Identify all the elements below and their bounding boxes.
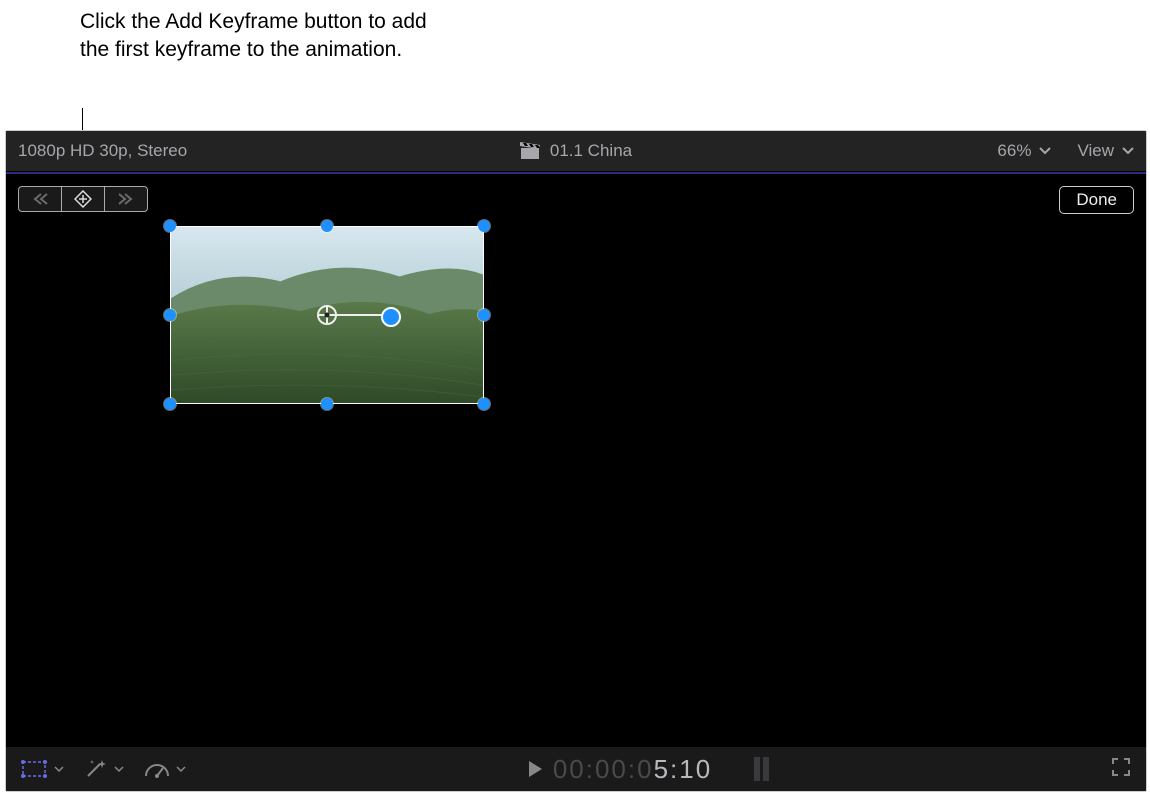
resize-handle-top-center[interactable] bbox=[321, 220, 333, 232]
keyframe-nav-group bbox=[18, 186, 148, 212]
chevron-down-icon bbox=[1039, 147, 1051, 155]
view-dropdown[interactable]: View bbox=[1077, 141, 1134, 161]
resize-handle-top-right[interactable] bbox=[478, 220, 490, 232]
timecode-bright: 5:10 bbox=[654, 754, 713, 784]
viewer-toolbar: 00:00:05:10 bbox=[6, 746, 1146, 791]
chevron-down-icon bbox=[54, 766, 64, 773]
zoom-dropdown[interactable]: 66% bbox=[997, 141, 1051, 161]
audio-meter bbox=[754, 757, 769, 781]
resize-handle-bottom-left[interactable] bbox=[164, 398, 176, 410]
resize-handle-bottom-center[interactable] bbox=[321, 398, 333, 410]
chevron-down-icon bbox=[114, 766, 124, 773]
viewer-title-bar: 1080p HD 30p, Stereo 01.1 China 66% View bbox=[6, 131, 1146, 172]
next-keyframe-button[interactable] bbox=[105, 187, 147, 211]
play-button[interactable] bbox=[527, 759, 543, 779]
viewer-canvas[interactable]: Done bbox=[6, 174, 1146, 746]
resize-handle-middle-right[interactable] bbox=[478, 309, 490, 321]
chevron-down-icon bbox=[176, 766, 186, 773]
add-keyframe-button[interactable] bbox=[62, 187, 105, 211]
rotation-handle[interactable] bbox=[381, 307, 401, 327]
done-button[interactable]: Done bbox=[1059, 186, 1134, 214]
resize-handle-top-left[interactable] bbox=[164, 220, 176, 232]
chevron-down-icon bbox=[1122, 147, 1134, 155]
fullscreen-button[interactable] bbox=[1110, 765, 1132, 782]
resize-handle-bottom-right[interactable] bbox=[478, 398, 490, 410]
viewer-panel: 1080p HD 30p, Stereo 01.1 China 66% View bbox=[5, 130, 1147, 792]
callout-text: Click the Add Keyframe button to add the… bbox=[80, 8, 440, 65]
zoom-label: 66% bbox=[997, 141, 1031, 161]
clip-title: 01.1 China bbox=[550, 141, 632, 161]
anchor-point-icon[interactable] bbox=[316, 304, 338, 326]
timecode-dim: 00:00:0 bbox=[553, 754, 654, 784]
rotation-arm bbox=[335, 314, 387, 316]
view-label: View bbox=[1077, 141, 1114, 161]
prev-keyframe-button[interactable] bbox=[19, 187, 62, 211]
clapboard-icon bbox=[520, 142, 540, 160]
effects-tool-dropdown[interactable] bbox=[84, 755, 124, 783]
transform-tool-dropdown[interactable] bbox=[20, 755, 64, 783]
selected-clip[interactable] bbox=[170, 226, 484, 404]
timecode-display[interactable]: 00:00:05:10 bbox=[553, 754, 712, 785]
retime-tool-dropdown[interactable] bbox=[144, 755, 186, 783]
resize-handle-middle-left[interactable] bbox=[164, 309, 176, 321]
